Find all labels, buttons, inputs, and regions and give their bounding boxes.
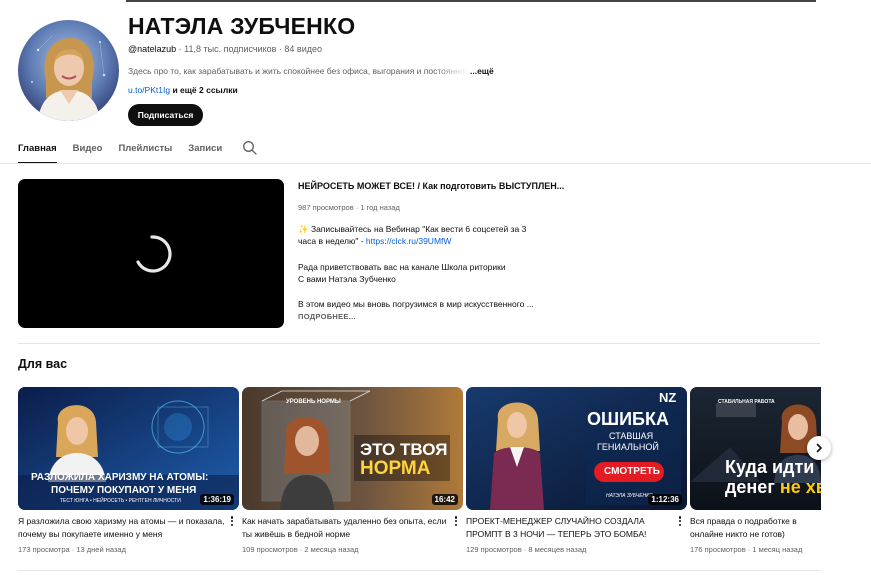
video-meta: 173 просмотра · 13 дней назад (18, 545, 126, 554)
channel-links-more[interactable]: и ещё 2 ссылки (172, 85, 237, 95)
channel-handle: @natelazub (128, 44, 177, 54)
thumbnail-text-accent: не хв (779, 477, 821, 497)
more-vert-icon[interactable] (229, 516, 235, 528)
subscribe-button[interactable]: Подписаться (128, 104, 203, 126)
thumbnail-text: НАТЭЛА ЗУБЧЕНКО (606, 493, 653, 499)
video-thumbnail[interactable]: УРОВЕНЬ НОРМЫ ЭТО ТВОЯ НОРМА 16:42 (242, 387, 463, 510)
featured-video-meta: 987 просмотров · 1 год назад (298, 203, 400, 212)
tab-posts[interactable]: Записи (188, 136, 222, 164)
channel-avatar[interactable] (18, 20, 119, 121)
featured-desc-line-2: часа в неделю" - https://clck.ru/39UMfW (298, 236, 451, 246)
featured-desc-line-3: Рада приветствовать вас на канале Школа … (298, 262, 506, 272)
tab-home[interactable]: Главная (18, 136, 57, 164)
featured-desc-link[interactable]: https://clck.ru/39UMfW (366, 236, 452, 246)
video-title[interactable]: Я разложила свою харизму на атомы — и по… (18, 515, 228, 540)
description-more-link[interactable]: ...ещё (470, 66, 494, 76)
tab-playlists[interactable]: Плейлисты (118, 136, 172, 164)
section-divider (18, 343, 820, 344)
channel-stats: · 11,8 тыс. подписчиков · 84 видео (178, 44, 322, 54)
loading-spinner-icon (132, 234, 172, 279)
video-title[interactable]: Вся правда о подработке в онлайне никто … (690, 515, 821, 540)
featured-desc-line-5: В этом видео мы вновь погрузимся в мир и… (298, 299, 534, 309)
thumbnail-text: Куда идти (725, 457, 815, 477)
chevron-right-icon[interactable] (807, 436, 831, 460)
video-card[interactable]: УРОВЕНЬ НОРМЫ ЭТО ТВОЯ НОРМА 16:42 Как н… (242, 387, 463, 554)
video-meta: 129 просмотров · 8 месяцев назад (466, 545, 587, 554)
thumbnail-text: денег не хв (725, 477, 821, 498)
thumbnail-text: СМОТРЕТЬ (604, 466, 660, 477)
featured-video-player[interactable] (18, 179, 284, 328)
thumbnail-text: ЭТО ТВОЯ (360, 440, 448, 459)
video-duration: 16:42 (431, 494, 458, 505)
thumbnail-text-part: денег (725, 477, 775, 497)
thumbnail-text: ГЕНИАЛЬНОЙ (597, 442, 659, 452)
featured-video-title[interactable]: НЕЙРОСЕТЬ МОЖЕТ ВСЕ! / Как подготовить В… (298, 181, 564, 191)
video-title[interactable]: ПРОЕКТ-МЕНЕДЖЕР СЛУЧАЙНО СОЗДАЛА ПРОМПТ … (466, 515, 676, 540)
channel-name: НАТЭЛА ЗУБЧЕНКО (128, 13, 356, 39)
channel-tabs: Главная Видео Плейлисты Записи (18, 136, 258, 164)
featured-desc-line-1: ✨ Записывайтесь на Вебинар "Как вести 6 … (298, 224, 527, 234)
video-meta: 109 просмотров · 2 месяца назад (242, 545, 359, 554)
section-divider-bottom (18, 570, 820, 571)
channel-description[interactable]: Здесь про то, как зарабатывать и жить сп… (128, 66, 494, 76)
video-meta: 176 просмотров · 1 месяц назад (690, 545, 803, 554)
thumbnail-text: СТАВШАЯ (609, 431, 654, 441)
channel-description-text: Здесь про то, как зарабатывать и жить сп… (128, 66, 468, 76)
channel-meta: @natelazub · 11,8 тыс. подписчиков · 84 … (128, 44, 322, 54)
thumbnail-text: ПОЧЕМУ ПОКУПАЮТ У МЕНЯ (51, 485, 197, 496)
thumbnail-text: ТЕСТ ЮНГА • НЕЙРОСЕТЬ • РЕНТГЕН ЛИЧНОСТИ (60, 498, 181, 504)
video-card[interactable]: РАЗЛОЖИЛА ХАРИЗМУ НА АТОМЫ: ПОЧЕМУ ПОКУП… (18, 387, 239, 554)
featured-desc-line-4: С вами Натэла Зубченко (298, 274, 396, 284)
tab-videos[interactable]: Видео (73, 136, 103, 164)
video-thumbnail[interactable]: NZ ОШИБКА СТАВШАЯ ГЕНИАЛЬНОЙ СМОТРЕТЬ НА… (466, 387, 687, 510)
video-title[interactable]: Как начать зарабатывать удаленно без опы… (242, 515, 452, 540)
video-duration: 1:36:19 (200, 494, 234, 505)
video-card[interactable]: NZ ОШИБКА СТАВШАЯ ГЕНИАЛЬНОЙ СМОТРЕТЬ НА… (466, 387, 687, 554)
section-title: Для вас (18, 357, 68, 371)
more-vert-icon[interactable] (677, 516, 683, 528)
channel-banner-edge (126, 0, 816, 2)
more-vert-icon[interactable] (453, 516, 459, 528)
thumbnail-text: УРОВЕНЬ НОРМЫ (286, 399, 341, 405)
channel-links: u.to/PKt1Ig и ещё 2 ссылки (128, 85, 238, 95)
featured-desc-line-2-text: часа в неделю" - (298, 236, 366, 246)
video-duration: 1:12:36 (648, 494, 682, 505)
tabs-divider (0, 163, 871, 164)
thumbnail-text: ОШИБКА (587, 409, 669, 429)
channel-link[interactable]: u.to/PKt1Ig (128, 85, 170, 95)
thumbnail-text: РАЗЛОЖИЛА ХАРИЗМУ НА АТОМЫ: (31, 472, 209, 483)
thumbnail-text: NZ (659, 390, 677, 405)
thumbnail-text: НОРМА (360, 458, 431, 479)
featured-more-link[interactable]: ПОДРОБНЕЕ... (298, 312, 356, 321)
video-thumbnail[interactable]: РАЗЛОЖИЛА ХАРИЗМУ НА АТОМЫ: ПОЧЕМУ ПОКУП… (18, 387, 239, 510)
video-thumbnail[interactable]: СТАБИЛЬНАЯ РАБОТА Куда идти денег не хв (690, 387, 821, 510)
search-icon[interactable] (242, 136, 258, 161)
thumbnail-text: СТАБИЛЬНАЯ РАБОТА (718, 399, 775, 405)
video-card[interactable]: СТАБИЛЬНАЯ РАБОТА Куда идти денег не хв … (690, 387, 821, 557)
